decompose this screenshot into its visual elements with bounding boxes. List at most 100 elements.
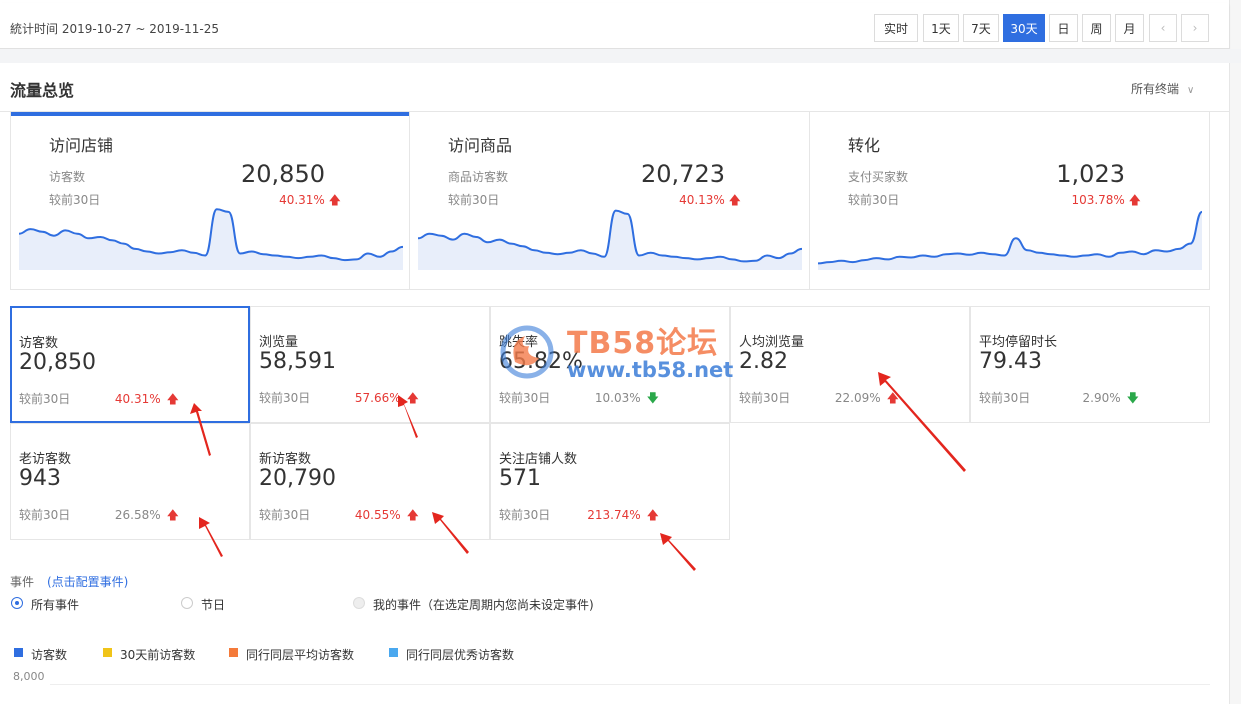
page-title: 流量总览 [10,81,75,100]
arrow-up-icon: 🡅 [406,391,419,405]
metric-value: 943 [19,466,61,491]
radio-all-events-label[interactable]: 所有事件 [31,596,79,613]
arrow-up-icon: 🡅 [406,508,419,522]
metric-compare-label: 较前30日 [739,391,791,405]
period-month-button[interactable]: 月 [1115,14,1144,42]
metric-name: 老访客数 [19,452,72,467]
sparkline-chart [19,208,403,270]
metric-value: 79.43 [979,349,1042,374]
summary-card-value: 1,023 [1056,160,1125,188]
y-axis-tick: 8,000 [13,670,45,683]
chevron-left-icon: ‹ [1160,21,1166,35]
metric-card[interactable]: 平均停留时长 79.43 较前30日 2.90% 🡇 [970,306,1210,423]
arrow-up-icon: 🡅 [646,508,659,522]
metric-compare-label: 较前30日 [499,508,551,522]
stat-range-label: 統计时间 2019-10-27 ~ 2019-11-25 [10,22,219,36]
metric-name: 访客数 [19,336,59,351]
metric-value: 58,591 [259,349,336,374]
radio-holidays-label[interactable]: 节日 [201,596,225,613]
period-30d-button[interactable]: 30天 [1003,14,1045,42]
arrow-down-icon: 🡇 [646,391,659,405]
sparkline-chart [418,209,802,270]
metric-value: 20,850 [19,350,96,375]
summary-card-title: 访问商品 [448,136,513,155]
summary-card-store[interactable]: 访问店铺 访客数 较前30日 20,850 40.31% 🡅 [10,112,410,290]
metric-name: 平均停留时长 [979,335,1058,350]
summary-card-metric-label: 访客数 [49,170,86,184]
legend-swatch [14,648,23,657]
summary-card-value: 20,850 [241,160,325,188]
summary-card-title: 转化 [848,136,881,155]
metric-value: 65.82% [499,349,583,374]
legend-item[interactable]: 30天前访客数 [120,646,195,663]
legend-swatch [389,648,398,657]
metric-compare-label: 较前30日 [979,391,1031,405]
summary-card-conversion[interactable]: 转化 支付买家数 较前30日 1,023 103.78% 🡅 [810,112,1210,290]
arrow-up-icon: 🡅 [166,392,179,406]
legend-swatch [229,648,238,657]
terminal-dropdown-label: 所有终端 [1131,82,1180,96]
grid-line [50,684,1210,685]
period-realtime-button[interactable]: 实时 [874,14,918,42]
terminal-dropdown[interactable]: 所有终端 ∨ [1131,80,1194,97]
legend-swatch [103,648,112,657]
metric-change: 57.66% 🡅 [354,391,419,405]
period-7d-button[interactable]: 7天 [963,14,999,42]
date-range-bar: 統计时间 2019-10-27 ~ 2019-11-25 实时 1天 7天 30… [0,3,1229,49]
metric-name: 新访客数 [259,452,312,467]
period-1d-button[interactable]: 1天 [923,14,959,42]
legend-item[interactable]: 同行同层优秀访客数 [406,646,514,663]
metric-name: 人均浏览量 [739,335,805,350]
arrow-down-icon: 🡇 [1126,391,1139,405]
summary-card-product[interactable]: 访问商品 商品访客数 较前30日 20,723 40.13% 🡅 [410,112,810,290]
window-scrollbar[interactable] [1229,0,1241,704]
sparkline-area [818,211,1202,270]
summary-card-value: 20,723 [641,160,725,188]
period-day-button[interactable]: 日 [1049,14,1078,42]
legend-item[interactable]: 访客数 [31,646,67,663]
configure-events-link[interactable]: (点击配置事件) [47,573,128,590]
events-label: 事件 [10,575,35,589]
metric-change: 22.09% 🡅 [834,391,899,405]
metric-change: 10.03% 🡇 [594,391,659,405]
radio-my-events [353,597,365,609]
metric-change: 40.31% 🡅 [114,392,179,406]
arrow-up-icon: 🡅 [886,391,899,405]
metric-change: 2.90% 🡇 [1082,391,1139,405]
metric-compare-label: 较前30日 [499,391,551,405]
metric-value: 2.82 [739,349,788,374]
radio-holidays[interactable] [181,597,193,609]
radio-all-events[interactable] [11,597,23,609]
metric-value: 571 [499,466,541,491]
metric-card[interactable]: 浏览量 58,591 较前30日 57.66% 🡅 [250,306,490,423]
summary-card-title: 访问店铺 [49,136,114,155]
radio-my-events-label: 我的事件（在选定周期内您尚未设定事件) [373,598,594,612]
legend-item[interactable]: 同行同层平均访客数 [246,646,354,663]
metric-change: 26.58% 🡅 [114,508,179,522]
metric-change: 40.55% 🡅 [354,508,419,522]
metric-compare-label: 较前30日 [259,508,311,522]
chevron-right-icon: › [1192,21,1198,35]
metric-value: 20,790 [259,466,336,491]
active-card-indicator [11,112,409,116]
metric-card[interactable]: 老访客数 943 较前30日 26.58% 🡅 [10,423,250,540]
metric-name: 关注店铺人数 [499,452,578,467]
period-week-button[interactable]: 周 [1082,14,1111,42]
metric-name: 浏览量 [259,335,299,350]
metric-compare-label: 较前30日 [19,392,71,406]
metric-card[interactable]: 访客数 20,850 较前30日 40.31% 🡅 [10,306,250,423]
section-gap [0,49,1241,63]
summary-card-metric-label: 商品访客数 [448,170,509,184]
metric-name: 跳失率 [499,335,539,350]
next-period-button[interactable]: › [1181,14,1209,42]
metric-card[interactable]: 关注店铺人数 571 较前30日 213.74% 🡅 [490,423,730,540]
arrow-up-icon: 🡅 [166,508,179,522]
metric-card[interactable]: 人均浏览量 2.82 较前30日 22.09% 🡅 [730,306,970,423]
metric-card[interactable]: 新访客数 20,790 较前30日 40.55% 🡅 [250,423,490,540]
chevron-down-icon: ∨ [1187,85,1195,96]
prev-period-button[interactable]: ‹ [1149,14,1177,42]
metric-card[interactable]: 跳失率 65.82% 较前30日 10.03% 🡇 [490,306,730,423]
metric-change: 213.74% 🡅 [587,508,659,522]
metric-compare-label: 较前30日 [19,508,71,522]
summary-card-metric-label: 支付买家数 [848,170,909,184]
